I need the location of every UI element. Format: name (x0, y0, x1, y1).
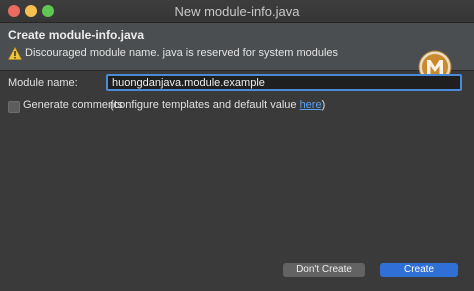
configure-text-after: ) (321, 99, 326, 111)
warning-message: Discouraged module name. java is reserve… (25, 47, 339, 59)
configure-templates-text: (configure templates and default value h… (110, 99, 325, 111)
dialog-title: Create module-info.java (8, 28, 145, 42)
dont-create-button[interactable]: Don't Create (283, 263, 365, 277)
warning-icon (8, 47, 22, 60)
window-title: New module-info.java (174, 4, 300, 19)
configure-here-link[interactable]: here (300, 99, 322, 111)
module-name-label: Module name: (8, 77, 78, 89)
dialog-window: New module-info.java Create module-info.… (0, 0, 474, 291)
dialog-banner: Create module-info.java Discouraged modu… (0, 23, 474, 84)
configure-text-before: (configure templates and default value (110, 99, 300, 111)
title-bar: New module-info.java (0, 0, 474, 23)
generate-comments-label[interactable]: Generate comments (23, 99, 123, 111)
create-button[interactable]: Create (380, 263, 458, 277)
module-name-input[interactable] (106, 74, 462, 91)
generate-comments-checkbox[interactable] (8, 101, 20, 113)
